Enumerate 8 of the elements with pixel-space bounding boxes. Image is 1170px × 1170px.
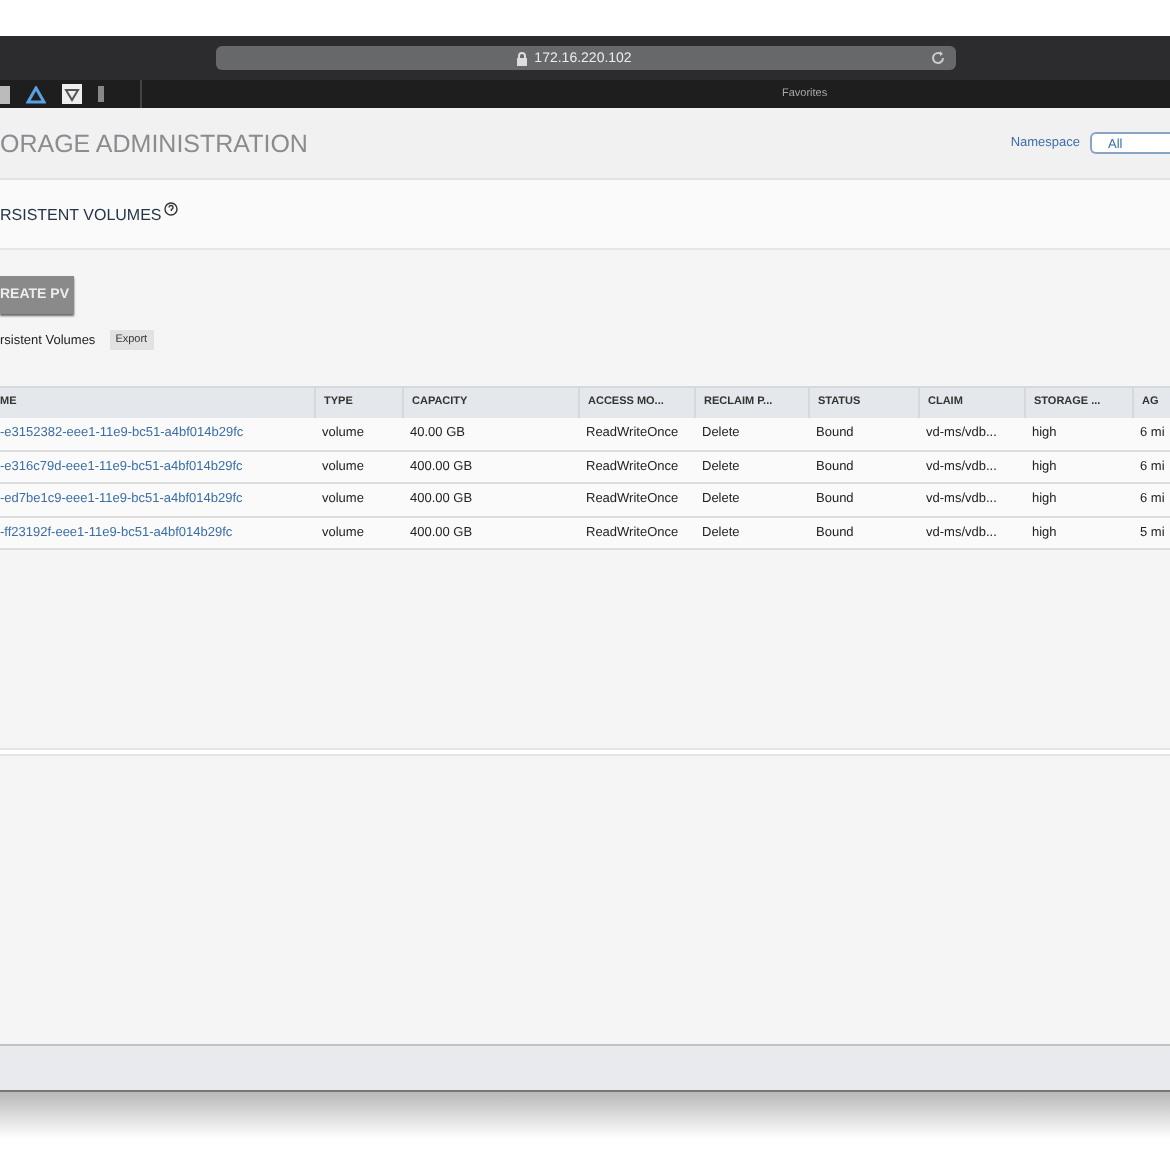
help-icon[interactable]: [163, 202, 178, 216]
section-title: RSISTENT VOLUMES: [0, 205, 162, 223]
triangle-icon[interactable]: [26, 85, 46, 103]
page-title: ORAGE ADMINISTRATION: [0, 129, 310, 157]
shield-icon[interactable]: [62, 84, 82, 104]
lock-icon: [516, 51, 529, 65]
bookmark-icon[interactable]: [0, 85, 10, 103]
reload-icon[interactable]: [929, 50, 946, 66]
